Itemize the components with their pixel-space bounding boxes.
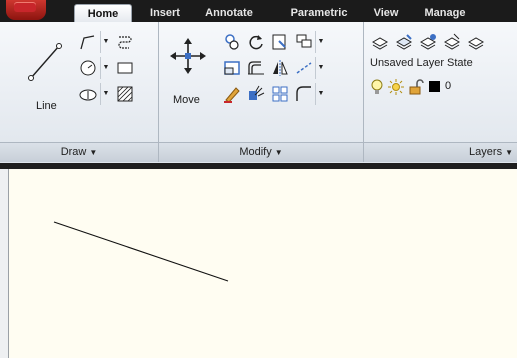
fillet-button[interactable] <box>293 83 315 105</box>
fillet-icon <box>296 86 311 101</box>
ellipse-button[interactable] <box>77 83 99 105</box>
layer-freeze-icon <box>443 33 461 50</box>
stretch-icon <box>224 61 240 75</box>
spline-button[interactable] <box>114 31 136 53</box>
application-menu-button[interactable] <box>6 0 46 20</box>
circle-icon <box>80 60 96 76</box>
rectangle-icon <box>117 62 133 74</box>
hatch-button[interactable] <box>114 83 136 105</box>
array-dropdown[interactable]: ▼ <box>315 31 326 53</box>
spline-icon <box>118 36 132 49</box>
mirror-button[interactable] <box>269 57 291 79</box>
line-icon <box>28 43 62 81</box>
circle-button[interactable] <box>77 57 99 79</box>
stretch-button[interactable] <box>221 57 243 79</box>
modify-panel-label: Modify <box>239 146 272 158</box>
app-logo-icon <box>14 2 36 12</box>
ellipse-dropdown[interactable]: ▼ <box>100 83 111 105</box>
trim-button[interactable] <box>269 31 291 53</box>
ellipse-icon <box>79 89 97 101</box>
linetype-dropdown[interactable]: ▼ <box>315 57 326 79</box>
draw-panel: Line ▼ ▼ ▼ Draw ▼ <box>0 22 159 162</box>
unlock-icon <box>409 79 424 95</box>
layers-panel-arrow-icon: ▼ <box>505 148 513 157</box>
copy-icon <box>225 34 239 50</box>
modify-panel-arrow-icon: ▼ <box>274 148 283 157</box>
rotate-button[interactable] <box>245 31 267 53</box>
hatch-icon <box>117 86 133 102</box>
fillet-dropdown[interactable]: ▼ <box>315 83 326 105</box>
layers-panel: Unsaved Layer State 0 Layers ▼ <box>364 22 517 162</box>
sun-icon <box>388 79 404 95</box>
move-icon <box>170 38 206 74</box>
array-button[interactable] <box>293 31 315 53</box>
group-button[interactable] <box>269 83 291 105</box>
layers-panel-title[interactable]: Layers ▼ <box>364 142 517 162</box>
tab-home[interactable]: Home <box>74 4 132 23</box>
layer-properties-icon <box>371 37 389 50</box>
linetype-icon <box>296 62 312 74</box>
current-layer-name: 0 <box>445 80 452 92</box>
copy-button[interactable] <box>221 31 243 53</box>
layer-freeze-button[interactable] <box>441 31 463 53</box>
tab-insert[interactable]: Insert <box>140 4 190 22</box>
tab-view[interactable]: View <box>366 4 406 22</box>
layer-isolate-button[interactable] <box>417 31 439 53</box>
draw-panel-label: Draw <box>60 146 87 158</box>
mirror-icon <box>273 60 288 76</box>
move-tool-button[interactable]: Move <box>167 29 207 117</box>
viewport-frame <box>0 169 8 358</box>
lightbulb-icon <box>371 79 383 94</box>
modify-panel-title[interactable]: Modify ▼ <box>159 142 363 162</box>
layers-panel-label: Layers <box>469 146 503 158</box>
line-tool-button[interactable]: Line <box>20 29 72 117</box>
line-label: Line <box>36 100 57 112</box>
polyline-icon <box>80 35 95 50</box>
drawn-line[interactable] <box>53 221 229 282</box>
explode-button[interactable] <box>245 83 267 105</box>
layer-combo[interactable]: 0 <box>367 76 517 98</box>
layer-isolate-icon <box>419 34 437 50</box>
draw-panel-title[interactable]: Draw ▼ <box>0 142 158 162</box>
layer-off-icon <box>467 37 485 50</box>
draw-panel-arrow-icon: ▼ <box>89 148 98 157</box>
ribbon-tab-bar: Home Insert Annotate Parametric View Man… <box>0 0 517 23</box>
linetype-button[interactable] <box>293 57 315 79</box>
layer-color-swatch <box>429 81 440 92</box>
offset-icon <box>248 61 264 75</box>
offset-button[interactable] <box>245 57 267 79</box>
explode-icon <box>249 85 265 100</box>
array-icon <box>296 34 312 48</box>
polyline-button[interactable] <box>77 31 99 53</box>
drawing-svg <box>53 221 229 282</box>
move-label: Move <box>173 94 200 106</box>
layer-off-button[interactable] <box>465 31 487 53</box>
tab-annotate[interactable]: Annotate <box>198 4 260 22</box>
layer-state-combo[interactable]: Unsaved Layer State <box>367 54 517 72</box>
polyline-dropdown[interactable]: ▼ <box>100 31 111 53</box>
drawing-area[interactable] <box>8 169 517 358</box>
rotate-icon <box>249 35 263 50</box>
layer-properties-button[interactable] <box>369 31 391 53</box>
group-icon <box>272 86 288 102</box>
trim-icon <box>272 34 286 50</box>
pencil-erase-icon <box>224 87 240 103</box>
layer-states-icon <box>395 34 413 50</box>
tab-parametric[interactable]: Parametric <box>284 4 354 22</box>
rectangle-button[interactable] <box>114 57 136 79</box>
circle-dropdown[interactable]: ▼ <box>100 57 111 79</box>
erase-button[interactable] <box>221 83 243 105</box>
tab-manage[interactable]: Manage <box>416 4 474 22</box>
modify-panel: Move ▼ ▼ ▼ Modify ▼ <box>159 22 364 162</box>
layer-states-button[interactable] <box>393 31 415 53</box>
ribbon: Line ▼ ▼ ▼ Draw ▼ Move ▼ ▼ ▼ Modify ▼ Un… <box>0 22 517 164</box>
